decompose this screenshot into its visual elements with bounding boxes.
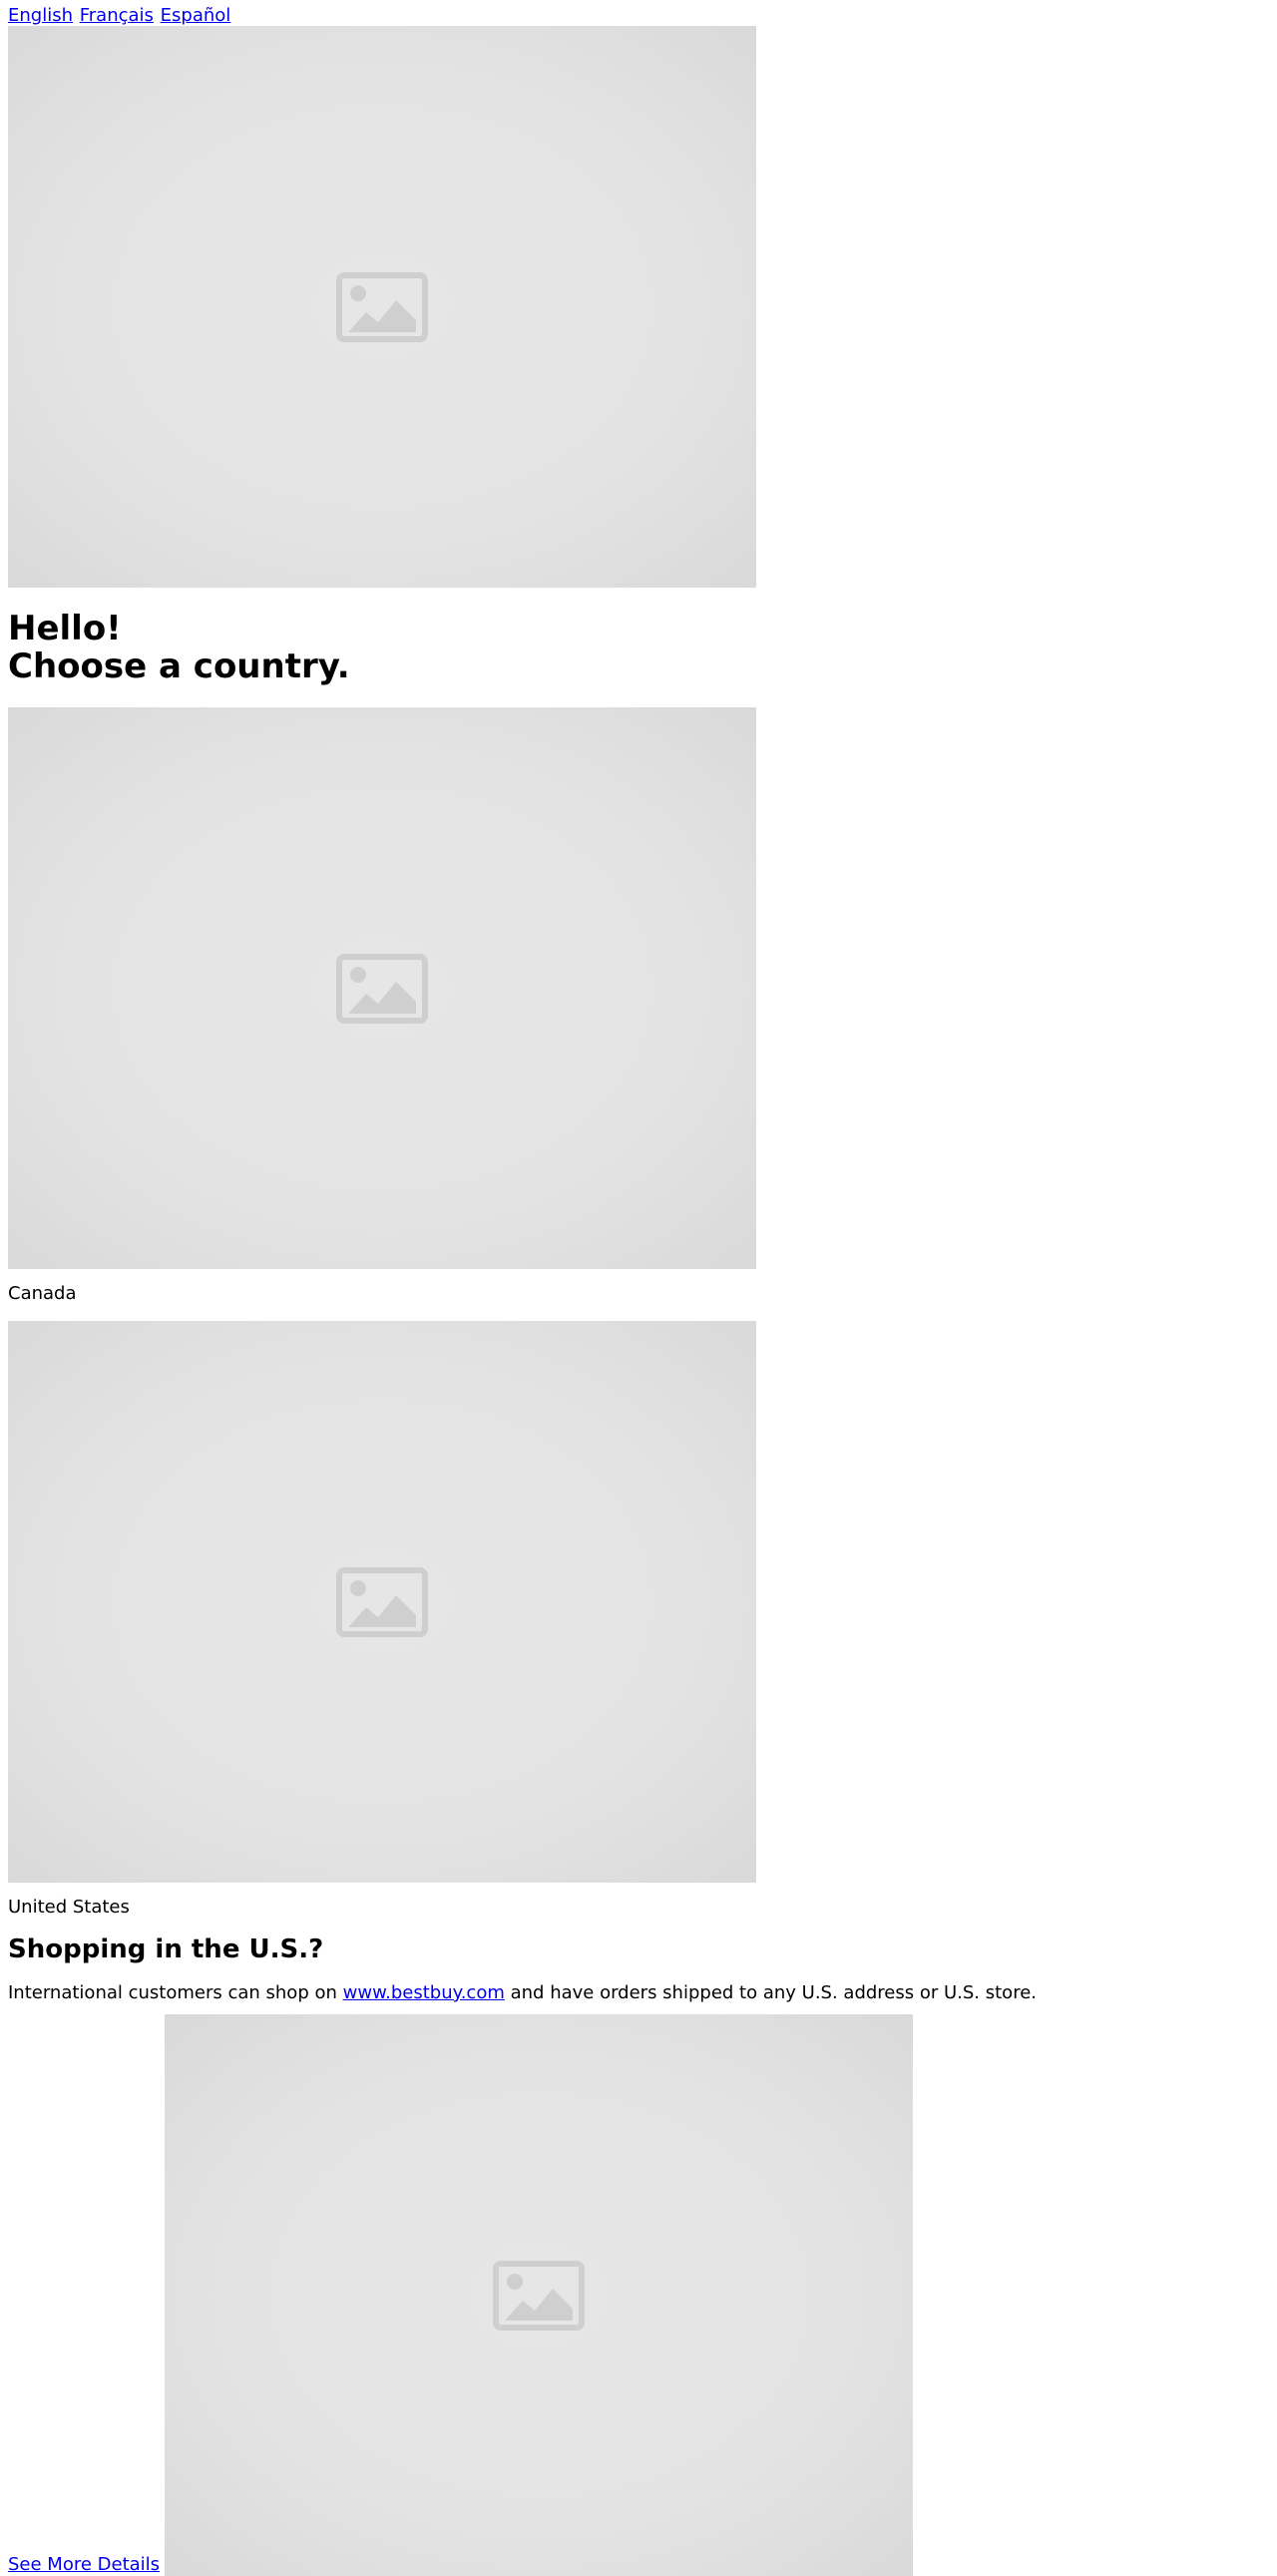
us-shopping-image [165,2014,914,2576]
language-link-spanish[interactable]: Español [161,5,231,26]
image-placeholder-icon [336,1566,428,1637]
page-title-line-1: Hello! [8,609,122,648]
country-label-canada[interactable]: Canada [8,1283,1269,1305]
details-row: See More Details [8,2014,1269,2576]
image-placeholder-icon [493,2260,586,2331]
page-title: Hello! Choose a country. [8,610,1269,685]
us-shopping-text-before: International customers can shop on [8,1982,343,2003]
page-title-line-2: Choose a country. [8,646,350,686]
see-more-details-link[interactable]: See More Details [8,2554,160,2576]
image-placeholder-icon [336,953,428,1024]
language-bar: English Français Español [8,0,1269,26]
hero-image [8,26,756,588]
language-link-english[interactable]: English [8,5,73,26]
us-shopping-text-after: and have orders shipped to any U.S. addr… [504,1982,1037,2003]
country-image-canada[interactable] [8,707,756,1269]
language-link-french[interactable]: Français [80,5,154,26]
image-placeholder-icon [336,271,428,342]
country-image-united-states[interactable] [8,1321,756,1883]
us-shopping-text: International customers can shop on www.… [8,1982,1269,2004]
bestbuy-link[interactable]: www.bestbuy.com [343,1982,505,2003]
country-label-united-states[interactable]: United States [8,1897,1269,1919]
us-shopping-heading: Shopping in the U.S.? [8,1934,324,1964]
